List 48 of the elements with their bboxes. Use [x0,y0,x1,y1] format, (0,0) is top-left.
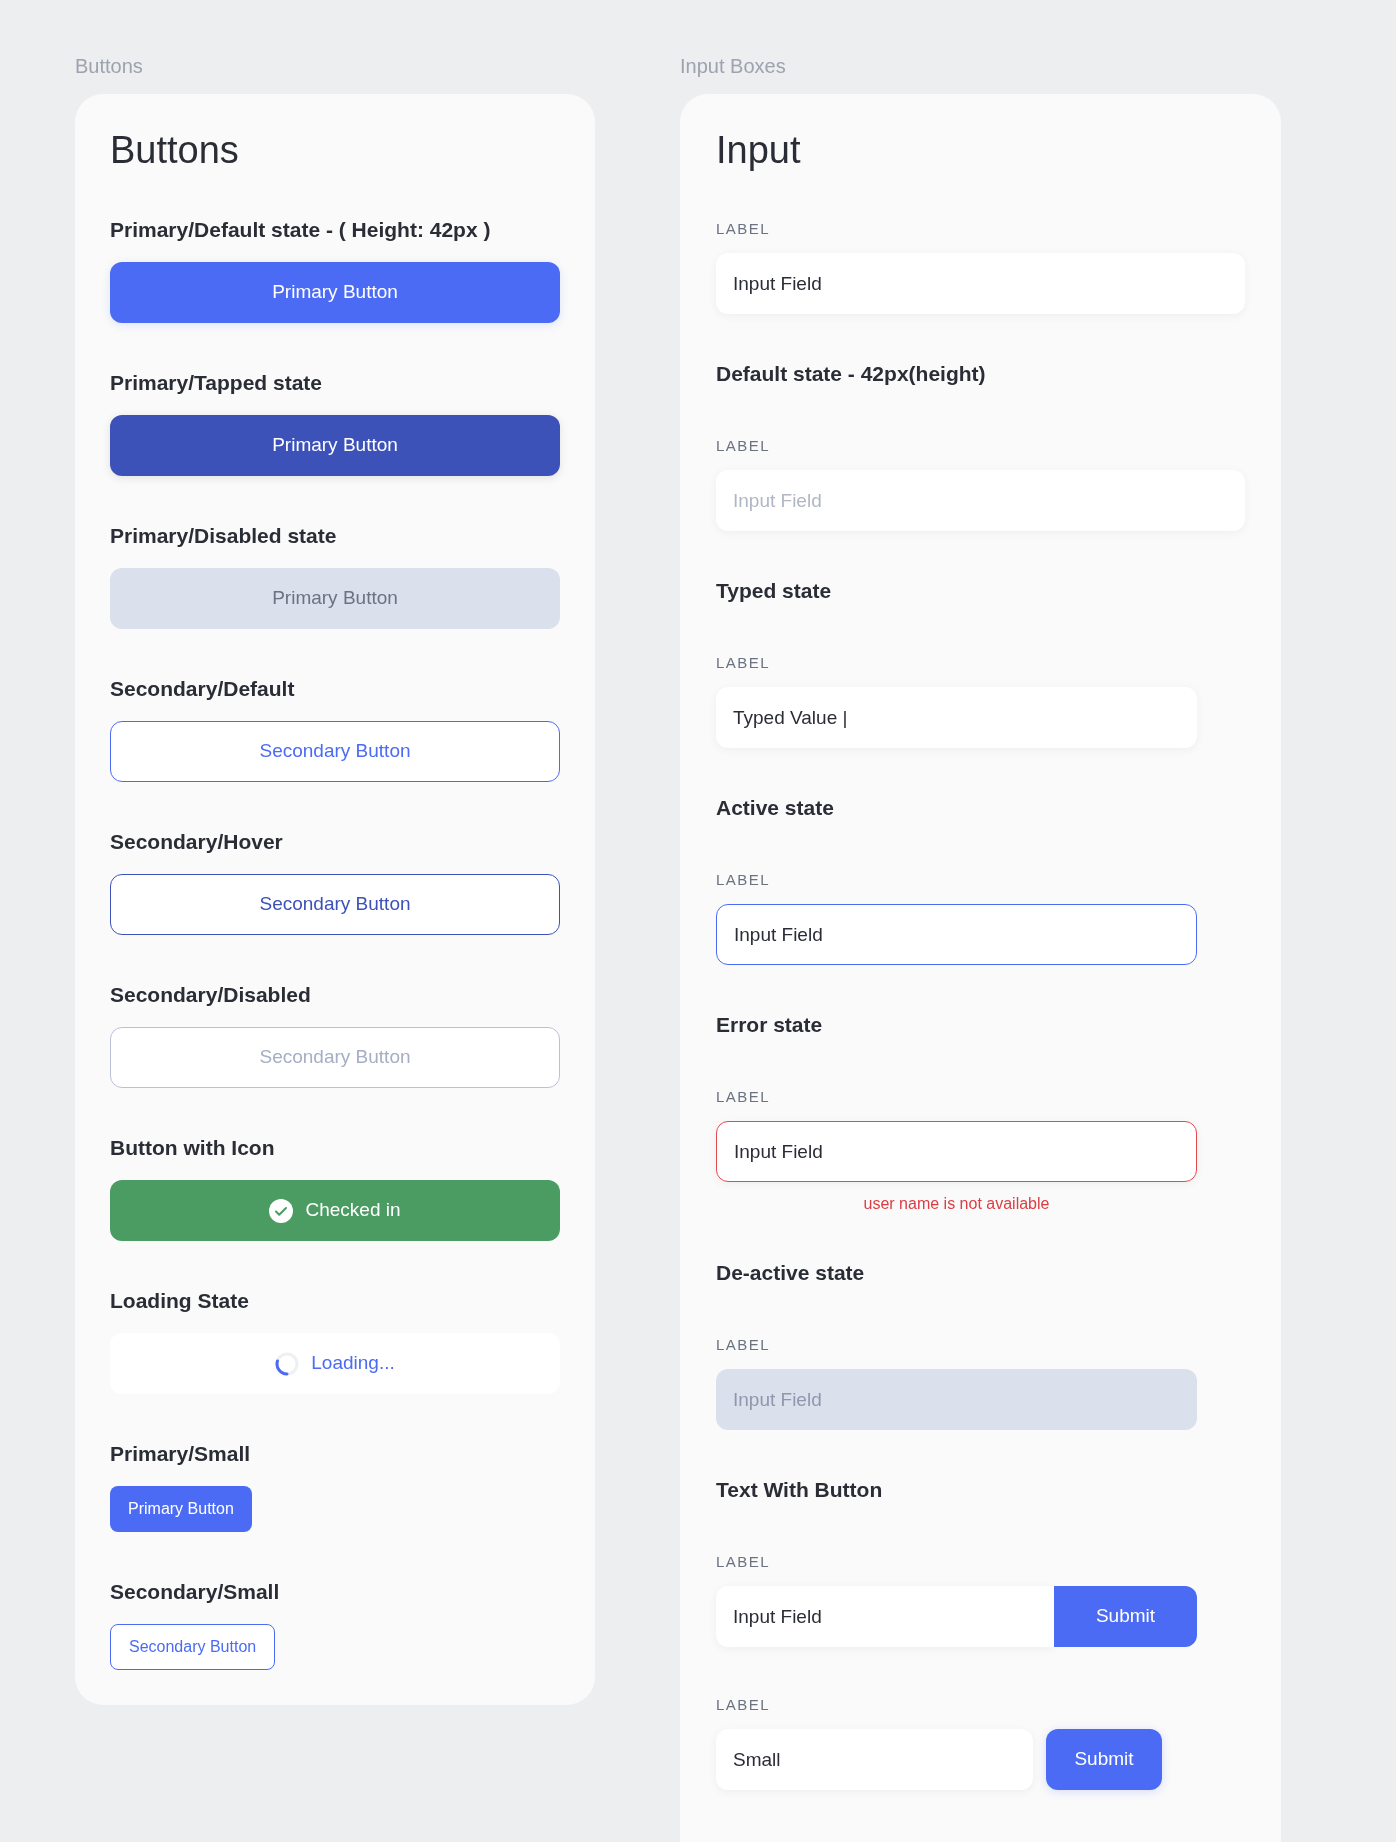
input-field[interactable]: Input Field [716,1586,1054,1647]
panel-title: Input [716,128,802,173]
section-heading: Primary/Small [110,1441,252,1467]
checked-in-button[interactable]: Checked in [110,1180,560,1241]
secondary-button[interactable]: Secondary Button [110,874,560,935]
section-heading: Loading State [110,1288,250,1314]
panel-caption: Input Boxes [680,54,787,79]
section-heading: Secondary/Default [110,676,296,702]
section-heading: Typed state [716,578,833,604]
section-heading: Primary/Disabled state [110,523,338,549]
field-label: LABEL [716,1553,772,1571]
secondary-button[interactable]: Secondary Button [110,1624,276,1670]
section-heading: Secondary/Disabled [110,982,312,1008]
input-field[interactable]: Input Field [716,253,1245,314]
secondary-button[interactable]: Secondary Button [110,721,560,782]
section-heading: Secondary/Small [110,1579,281,1605]
loading-button[interactable]: Loading... [110,1333,560,1394]
panel-title: Buttons [110,128,240,173]
field-label: LABEL [716,1088,772,1106]
primary-button[interactable]: Primary Button [110,1486,252,1532]
submit-button[interactable]: Submit [1046,1729,1162,1790]
input-field[interactable]: Small [716,1729,1033,1790]
section-heading: Error state [716,1012,824,1038]
section-heading: Primary/Default state - ( Height: 42px ) [110,217,492,243]
submit-button[interactable]: Submit [1054,1586,1197,1647]
check-circle-icon [269,1198,294,1223]
panel-caption: Buttons [75,54,144,79]
section-heading: Text With Button [716,1477,884,1503]
section-heading: Button with Icon [110,1135,276,1161]
field-label: LABEL [716,1696,772,1714]
section-heading: Active state [716,795,835,821]
input-field[interactable]: Input Field [716,1121,1197,1182]
primary-button[interactable]: Primary Button [110,262,560,323]
field-label: LABEL [716,437,772,455]
spinner-icon [275,1351,300,1376]
input-field[interactable]: Input Field [716,904,1197,965]
section-heading: Secondary/Hover [110,829,284,855]
primary-button[interactable]: Primary Button [110,415,560,476]
input-field[interactable]: Input Field [716,470,1245,531]
field-label: LABEL [716,654,772,672]
field-label: LABEL [716,871,772,889]
field-label: LABEL [716,1336,772,1354]
error-message: user name is not available [862,1196,1051,1212]
section-heading: Default state - 42px(height) [716,361,987,387]
section-heading: Primary/Tapped state [110,370,324,396]
field-label: LABEL [716,220,772,238]
section-heading: De-active state [716,1260,866,1286]
input-field[interactable]: Typed Value | [716,687,1197,748]
